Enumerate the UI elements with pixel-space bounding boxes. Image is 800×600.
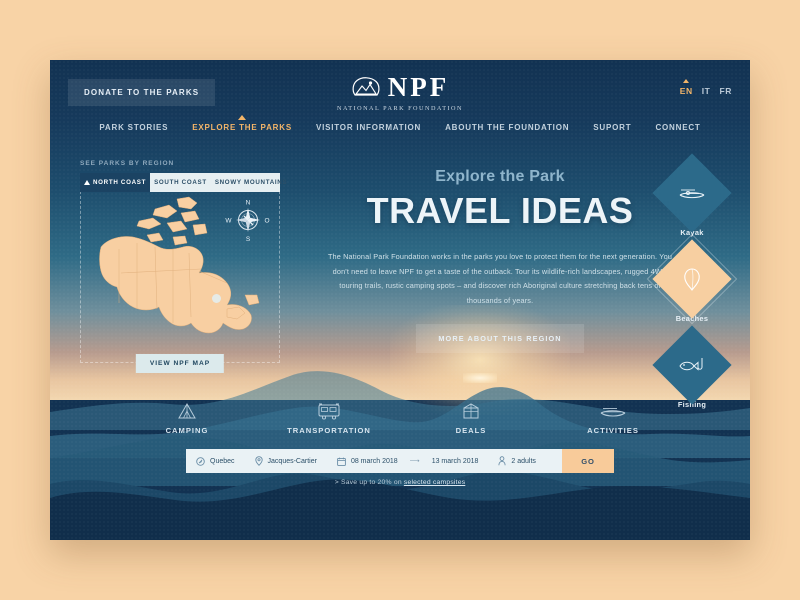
promo-text: > Save up to 20% on selected campsites bbox=[50, 479, 750, 486]
booking-search-bar[interactable]: Quebec Jacques-Cartier 08 march 2018 ⟶ 1… bbox=[186, 449, 614, 473]
bus-icon bbox=[281, 400, 377, 420]
svg-text:S: S bbox=[246, 236, 251, 243]
svg-text:N: N bbox=[246, 200, 251, 207]
category-label: TRANSPORTATION bbox=[287, 426, 371, 435]
compass-rose-icon: N S W O bbox=[225, 200, 269, 244]
booking-date-from-value: 08 march 2018 bbox=[350, 457, 398, 465]
svg-text:O: O bbox=[264, 218, 269, 225]
language-switcher[interactable]: EN IT FR bbox=[680, 86, 732, 96]
date-range-arrow-icon: ⟶ bbox=[409, 458, 420, 465]
category-label: ACTIVITIES bbox=[587, 426, 639, 435]
canoe-icon bbox=[565, 400, 661, 420]
category-label: CAMPING bbox=[165, 426, 209, 435]
hero-section: Explore the Park TRAVEL IDEAS The Nation… bbox=[300, 168, 700, 354]
booking-park-value: Jacques-Cartier bbox=[267, 457, 317, 465]
badge-fishing[interactable]: Fishing bbox=[650, 325, 734, 409]
nav-item-explore-the-parks[interactable]: EXPLORE THE PARKS bbox=[192, 119, 292, 132]
hero-eyebrow: Explore the Park bbox=[435, 168, 565, 185]
booking-date-from-field[interactable]: 08 march 2018 bbox=[327, 449, 408, 473]
category-label: DEALS bbox=[455, 426, 487, 435]
diamond-shape bbox=[652, 239, 732, 319]
nav-item-visitor-information[interactable]: VISITOR INFORMATION bbox=[316, 119, 421, 132]
main-navigation[interactable]: PARK STORIES EXPLORE THE PARKS VISITOR I… bbox=[50, 119, 750, 132]
region-tab-north-coast[interactable]: NORTH COAST bbox=[80, 173, 151, 192]
category-transportation[interactable]: TRANSPORTATION bbox=[281, 400, 377, 435]
person-icon bbox=[498, 456, 506, 466]
lang-option-it[interactable]: IT bbox=[702, 86, 711, 96]
map-panel-label: SEE PARKS BY REGION bbox=[80, 160, 175, 167]
diamond-shape bbox=[652, 153, 732, 233]
region-tab-label: NORTH COAST bbox=[93, 179, 147, 186]
lang-option-en[interactable]: EN bbox=[680, 86, 693, 96]
booking-date-to-field[interactable]: 13 march 2018 bbox=[422, 449, 489, 473]
mountain-circle-icon bbox=[351, 75, 381, 101]
more-about-region-button[interactable]: MORE ABOUT THIS REGION bbox=[416, 324, 584, 354]
svg-text:W: W bbox=[225, 218, 232, 225]
diamond-shape bbox=[652, 325, 732, 405]
booking-region-value: Quebec bbox=[210, 457, 235, 465]
category-deals[interactable]: DEALS bbox=[423, 400, 519, 435]
booking-park-field[interactable]: Jacques-Cartier bbox=[245, 449, 327, 473]
activity-badges: Kayak Beaches bbox=[646, 153, 738, 423]
hero-card: DONATE TO THE PARKS NPF NATIONAL PARK FO… bbox=[50, 60, 750, 540]
nav-item-about-the-foundation[interactable]: ABOUTH THE FOUNDATION bbox=[445, 119, 569, 132]
triangle-marker-icon bbox=[84, 180, 90, 185]
nav-item-park-stories[interactable]: PARK STORIES bbox=[99, 119, 168, 132]
region-map-panel: SEE PARKS BY REGION NORTH COAST SOUTH CO… bbox=[80, 160, 292, 373]
donate-button[interactable]: DONATE TO THE PARKS bbox=[68, 79, 216, 106]
badge-beaches[interactable]: Beaches bbox=[646, 233, 738, 325]
nav-item-connect[interactable]: CONNECT bbox=[655, 119, 700, 132]
booking-date-to-value: 13 march 2018 bbox=[431, 457, 479, 465]
balloon-icon bbox=[682, 266, 702, 292]
map-frame: N S W O VIEW NPF MAP bbox=[80, 191, 280, 373]
hero-description: The National Park Foundation works in th… bbox=[327, 252, 673, 305]
booking-region-field[interactable]: Quebec bbox=[186, 449, 245, 473]
logo-subtitle: NATIONAL PARK FOUNDATION bbox=[337, 105, 463, 112]
view-npf-map-button[interactable]: VIEW NPF MAP bbox=[135, 354, 225, 373]
tent-icon bbox=[139, 400, 235, 420]
booking-submit-button[interactable]: GO bbox=[562, 449, 614, 473]
region-tab-south-coast[interactable]: SOUTH COAST bbox=[150, 173, 211, 192]
region-tabs[interactable]: NORTH COAST SOUTH COAST SNOWY MOUNTAINS bbox=[80, 173, 287, 192]
booking-guests-field[interactable]: 2 adults bbox=[488, 449, 546, 473]
map-pin-icon bbox=[254, 456, 263, 466]
category-camping[interactable]: CAMPING bbox=[139, 400, 235, 435]
region-tab-snowy-mountains[interactable]: SNOWY MOUNTAINS bbox=[211, 173, 292, 192]
logo-wordmark: NPF bbox=[387, 72, 450, 102]
fish-hook-icon bbox=[677, 355, 707, 375]
category-activities[interactable]: ACTIVITIES bbox=[565, 400, 661, 435]
map-location-marker[interactable] bbox=[212, 294, 221, 303]
brand-logo[interactable]: NPF NATIONAL PARK FOUNDATION bbox=[337, 72, 463, 112]
promo-link[interactable]: selected campsites bbox=[404, 479, 465, 486]
nav-item-suport[interactable]: SUPORT bbox=[593, 119, 631, 132]
compass-icon bbox=[196, 456, 205, 466]
badge-kayak[interactable]: Kayak bbox=[650, 153, 734, 237]
lang-option-fr[interactable]: FR bbox=[719, 86, 732, 96]
calendar-icon bbox=[337, 457, 346, 466]
page-title: TRAVEL IDEAS bbox=[366, 190, 634, 231]
gift-tag-icon bbox=[423, 400, 519, 420]
kayak-icon bbox=[677, 185, 707, 201]
category-nav[interactable]: CAMPING TRANSPORTATION DEALS ACTIVITIES bbox=[50, 400, 750, 435]
promo-prefix: > Save up to 20% on bbox=[334, 479, 404, 486]
booking-guests-value: 2 adults bbox=[511, 457, 536, 465]
